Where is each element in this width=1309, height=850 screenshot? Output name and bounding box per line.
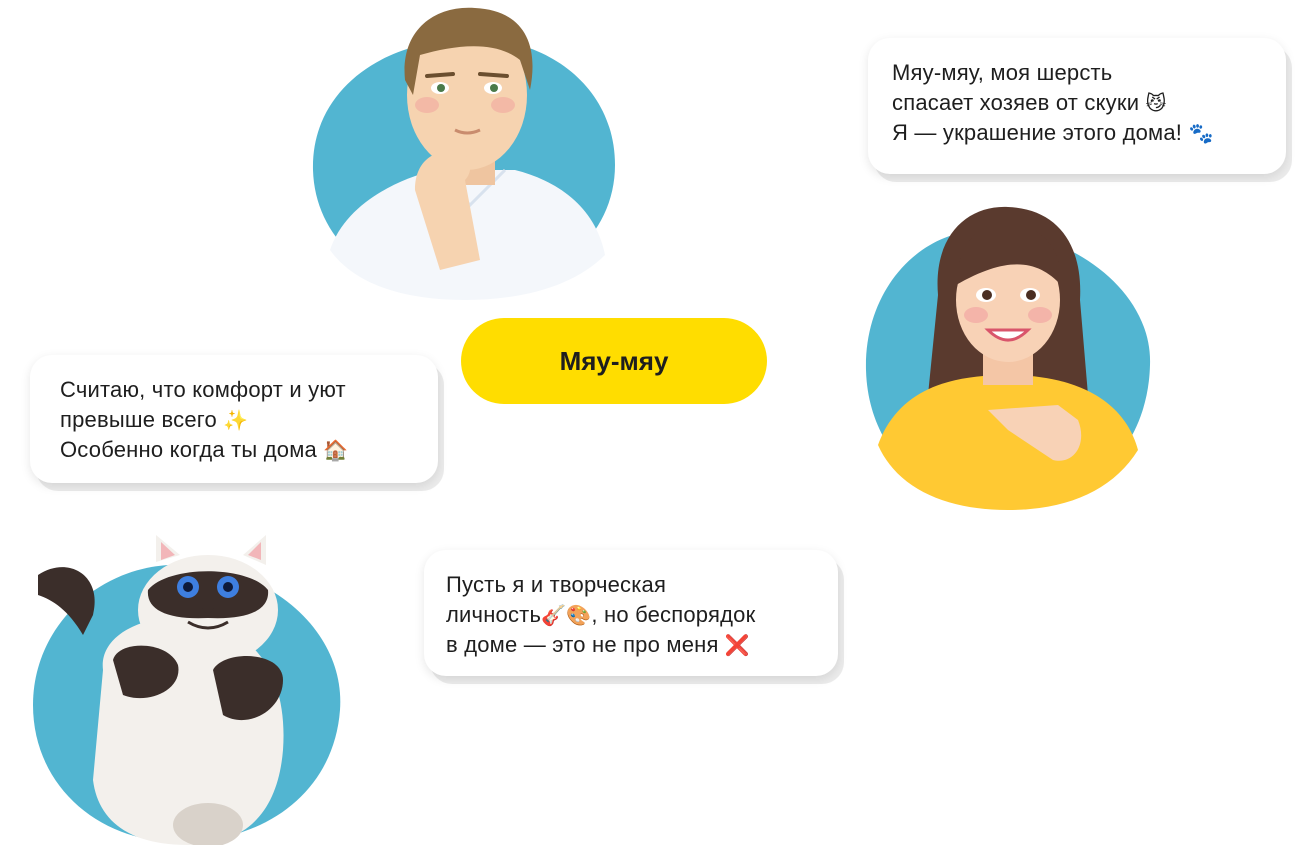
cat-speech-bubble: Мяу-мяу, моя шерсть спасает хозяев от ск…: [868, 38, 1286, 174]
bubble-line: в доме — это не про меня ❌: [446, 630, 816, 660]
bubble-line: Пусть я и творческая: [446, 572, 667, 597]
guitar-palette-icon: 🎸🎨: [541, 603, 592, 627]
woman-avatar: [858, 205, 1158, 510]
bubble-text: спасает хозяев от скуки: [892, 90, 1140, 115]
man-speech-bubble: Считаю, что комфорт и уют превыше всего …: [30, 355, 438, 483]
bubble-text: Особенно когда ты дома: [60, 437, 317, 462]
bubble-line: Я — украшение этого дома! 🐾: [892, 118, 1262, 148]
bubble-line: Считаю, что комфорт и уют: [60, 377, 346, 402]
bubble-text: превыше всего: [60, 407, 217, 432]
woman-speech-bubble: Пусть я и творческая личность🎸🎨, но бесп…: [424, 550, 838, 676]
bubble-text: личность: [446, 602, 542, 627]
bubble-line: личность🎸🎨, но беспорядок: [446, 600, 816, 630]
man-avatar: [305, 0, 625, 300]
cat-avatar: [28, 530, 348, 847]
bubble-line: Особенно когда ты дома 🏠: [60, 435, 408, 465]
house-icon: 🏠: [323, 438, 349, 462]
cat-face-icon: 😼: [1145, 91, 1167, 115]
bubble-text: , но беспорядок: [591, 602, 756, 627]
bubble-line: Мяу-мяу, моя шерсть: [892, 60, 1113, 85]
sparkles-icon: ✨: [223, 408, 249, 432]
bubble-text: в доме — это не про меня: [446, 632, 719, 657]
bubble-line: спасает хозяев от скуки 😼: [892, 88, 1262, 118]
bubble-line: превыше всего ✨: [60, 405, 408, 435]
paw-prints-icon: 🐾: [1188, 121, 1214, 145]
bubble-text: Я — украшение этого дома!: [892, 120, 1183, 145]
cross-mark-icon: ❌: [724, 633, 751, 657]
meow-button[interactable]: Мяу-мяу: [461, 318, 767, 404]
